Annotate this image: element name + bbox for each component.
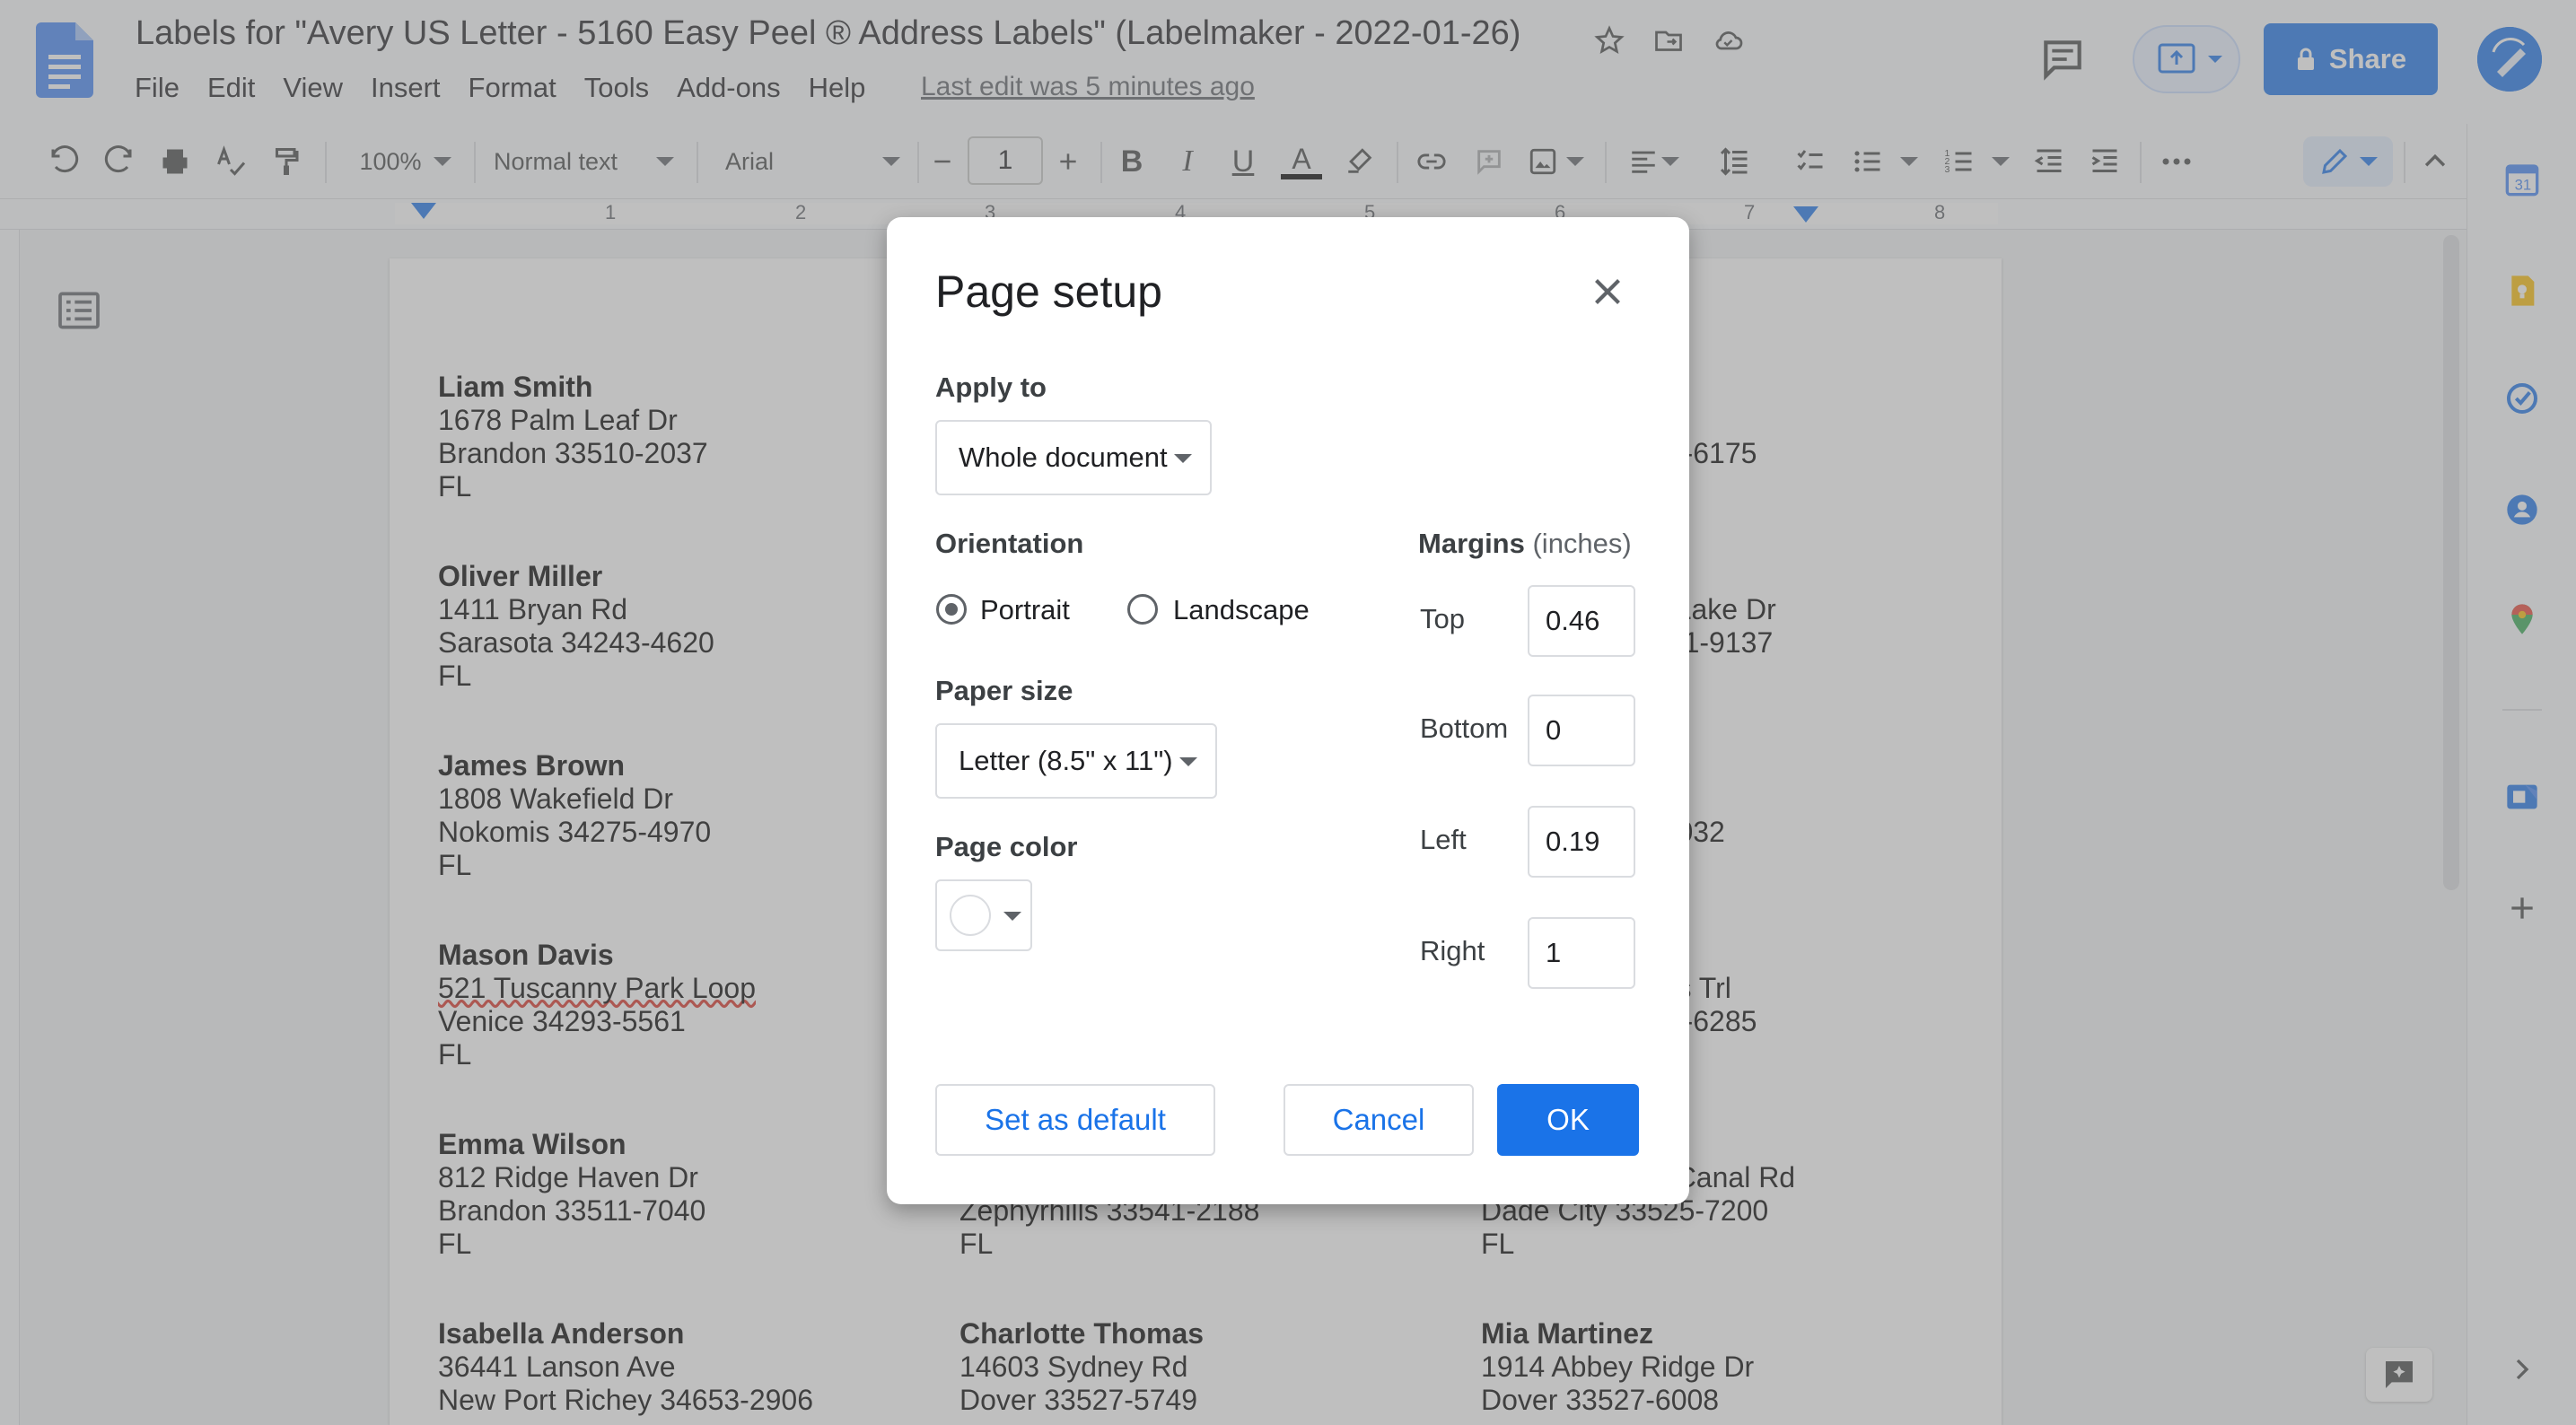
- paper-size-label: Paper size: [935, 675, 1073, 706]
- margin-right-input[interactable]: 1: [1528, 917, 1635, 989]
- page-color-swatch: [950, 895, 991, 936]
- dialog-title: Page setup: [935, 267, 1162, 317]
- page-color-label: Page color: [935, 831, 1078, 862]
- close-icon[interactable]: [1585, 269, 1630, 314]
- landscape-label[interactable]: Landscape: [1173, 594, 1310, 626]
- apply-to-value: Whole document: [959, 441, 1168, 473]
- chevron-down-icon: [1179, 757, 1197, 766]
- set-as-default-button[interactable]: Set as default: [935, 1084, 1215, 1156]
- portrait-radio[interactable]: [936, 594, 967, 625]
- margins-label: Margins (inches): [1418, 528, 1632, 559]
- cancel-button[interactable]: Cancel: [1284, 1084, 1474, 1156]
- margin-right-label: Right: [1420, 935, 1485, 966]
- apply-to-select[interactable]: Whole document: [935, 420, 1212, 495]
- chevron-down-icon: [1174, 454, 1192, 463]
- margin-left-input[interactable]: 0.19: [1528, 806, 1635, 878]
- margin-top-input[interactable]: 0.46: [1528, 585, 1635, 657]
- page-color-picker[interactable]: [935, 879, 1032, 951]
- apply-to-label: Apply to: [935, 372, 1047, 403]
- paper-size-value: Letter (8.5" x 11"): [959, 745, 1173, 776]
- margin-top-label: Top: [1420, 603, 1465, 634]
- orientation-label: Orientation: [935, 528, 1084, 559]
- paper-size-select[interactable]: Letter (8.5" x 11"): [935, 723, 1217, 799]
- ok-button[interactable]: OK: [1497, 1084, 1639, 1156]
- chevron-down-icon: [1003, 912, 1021, 921]
- landscape-radio[interactable]: [1127, 594, 1158, 625]
- margin-bottom-input[interactable]: 0: [1528, 695, 1635, 766]
- margin-left-label: Left: [1420, 824, 1467, 855]
- portrait-label[interactable]: Portrait: [980, 594, 1070, 626]
- margin-bottom-label: Bottom: [1420, 712, 1509, 744]
